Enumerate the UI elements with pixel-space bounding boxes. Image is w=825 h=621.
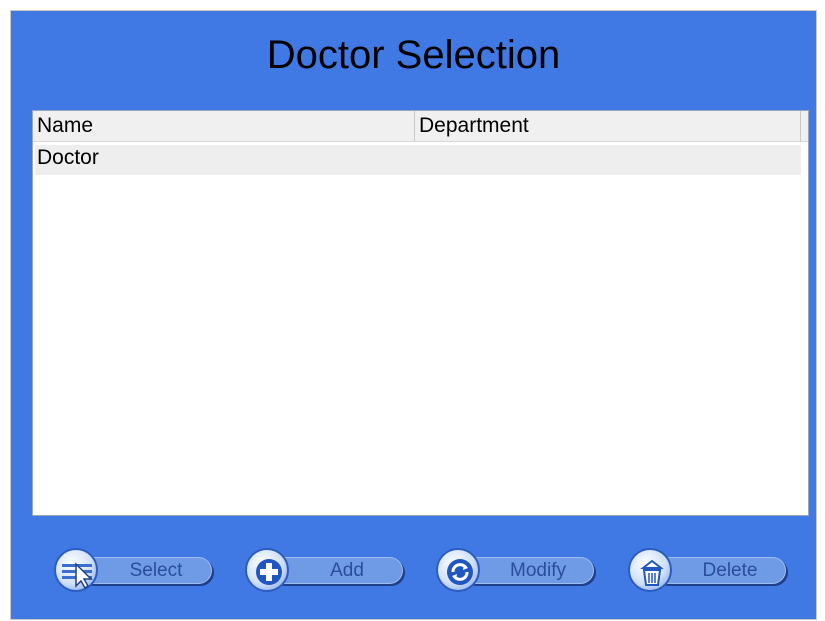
select-cursor-icon[interactable] bbox=[54, 548, 98, 592]
refresh-icon[interactable] bbox=[436, 548, 480, 592]
delete-button[interactable]: Delete bbox=[628, 548, 788, 592]
modify-button[interactable]: Modify bbox=[436, 548, 596, 592]
column-header-department[interactable]: Department bbox=[415, 111, 801, 141]
select-button[interactable]: Select bbox=[54, 548, 214, 592]
table-row[interactable]: Doctor bbox=[35, 145, 801, 175]
cell-department bbox=[419, 145, 421, 175]
list-header: Name Department bbox=[33, 111, 801, 142]
doctor-list[interactable]: Name Department Doctor bbox=[32, 110, 809, 516]
trash-icon[interactable] bbox=[628, 548, 672, 592]
page-title: Doctor Selection bbox=[266, 33, 561, 77]
header-filler bbox=[801, 111, 808, 142]
add-button[interactable]: Add bbox=[245, 548, 405, 592]
cell-name: Doctor bbox=[37, 146, 99, 169]
plus-icon[interactable] bbox=[245, 548, 289, 592]
column-header-name[interactable]: Name bbox=[33, 111, 415, 141]
doctor-selection-window: Doctor Selection Name Department Doctor … bbox=[10, 10, 817, 620]
